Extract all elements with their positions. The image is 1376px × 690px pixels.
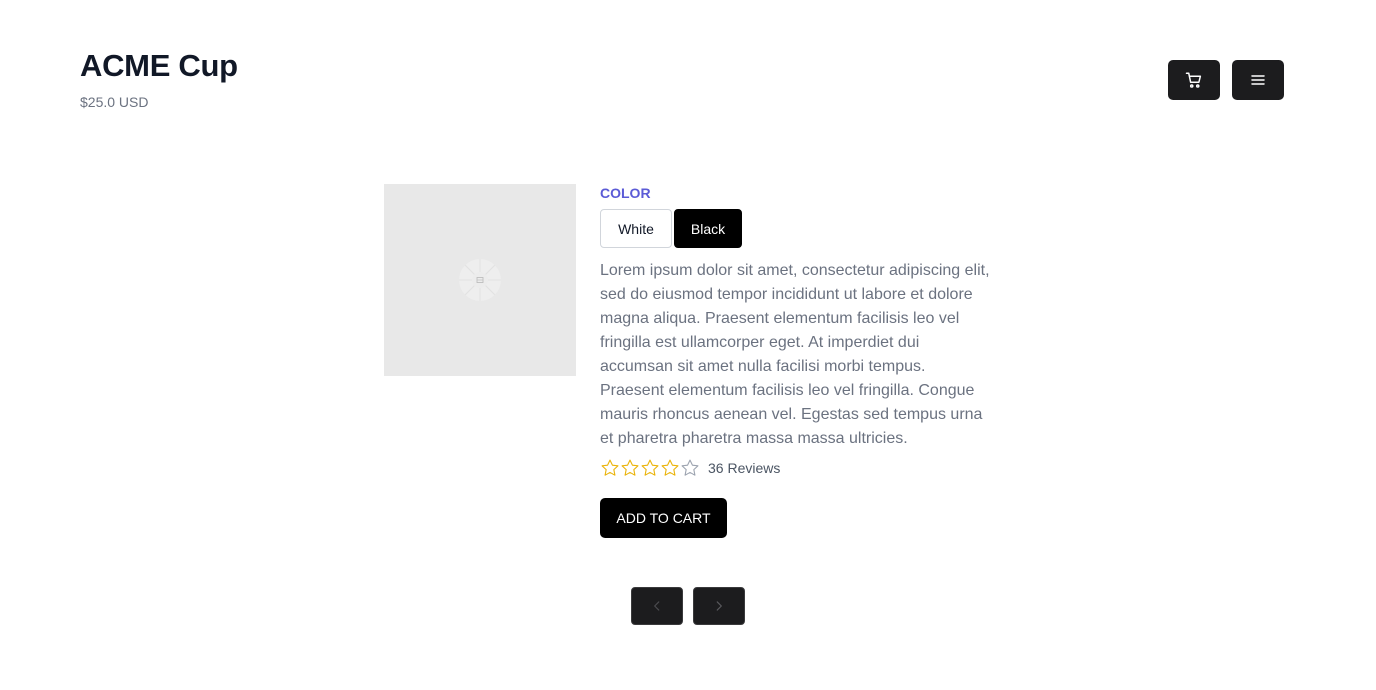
color-option-black[interactable]: Black [674, 209, 742, 248]
product-rating: 36 Reviews [600, 457, 1000, 479]
product-description: Lorem ipsum dolor sit amet, consectetur … [600, 262, 990, 447]
cart-button[interactable] [1168, 60, 1220, 100]
add-to-cart-button[interactable]: ADD TO CART [600, 498, 727, 538]
product-header: ACME Cup $25.0 USD [80, 48, 238, 110]
cart-icon [1185, 72, 1202, 88]
product-price: $25.0 USD [80, 94, 149, 110]
star-filled-icon [601, 459, 619, 476]
star-empty-icon [681, 459, 699, 476]
product-details: COLOR White Black Lorem ipsum dolor sit … [600, 184, 1000, 538]
color-label: COLOR [600, 185, 651, 201]
star-filled-icon [621, 459, 639, 476]
image-placeholder-icon [459, 259, 501, 301]
product-title: ACME Cup [80, 48, 238, 83]
product-image [384, 184, 576, 376]
star-rating [600, 458, 700, 478]
next-button[interactable] [693, 587, 745, 625]
star-filled-icon [661, 459, 679, 476]
previous-button[interactable] [631, 587, 683, 625]
color-options: White Black [600, 209, 1000, 248]
review-count[interactable]: 36 Reviews [708, 460, 780, 476]
color-option-white[interactable]: White [600, 209, 672, 248]
chevron-left-icon [654, 601, 660, 611]
chevron-right-icon [716, 601, 722, 611]
menu-button[interactable] [1232, 60, 1284, 100]
menu-icon [1251, 75, 1265, 85]
star-filled-icon [641, 459, 659, 476]
